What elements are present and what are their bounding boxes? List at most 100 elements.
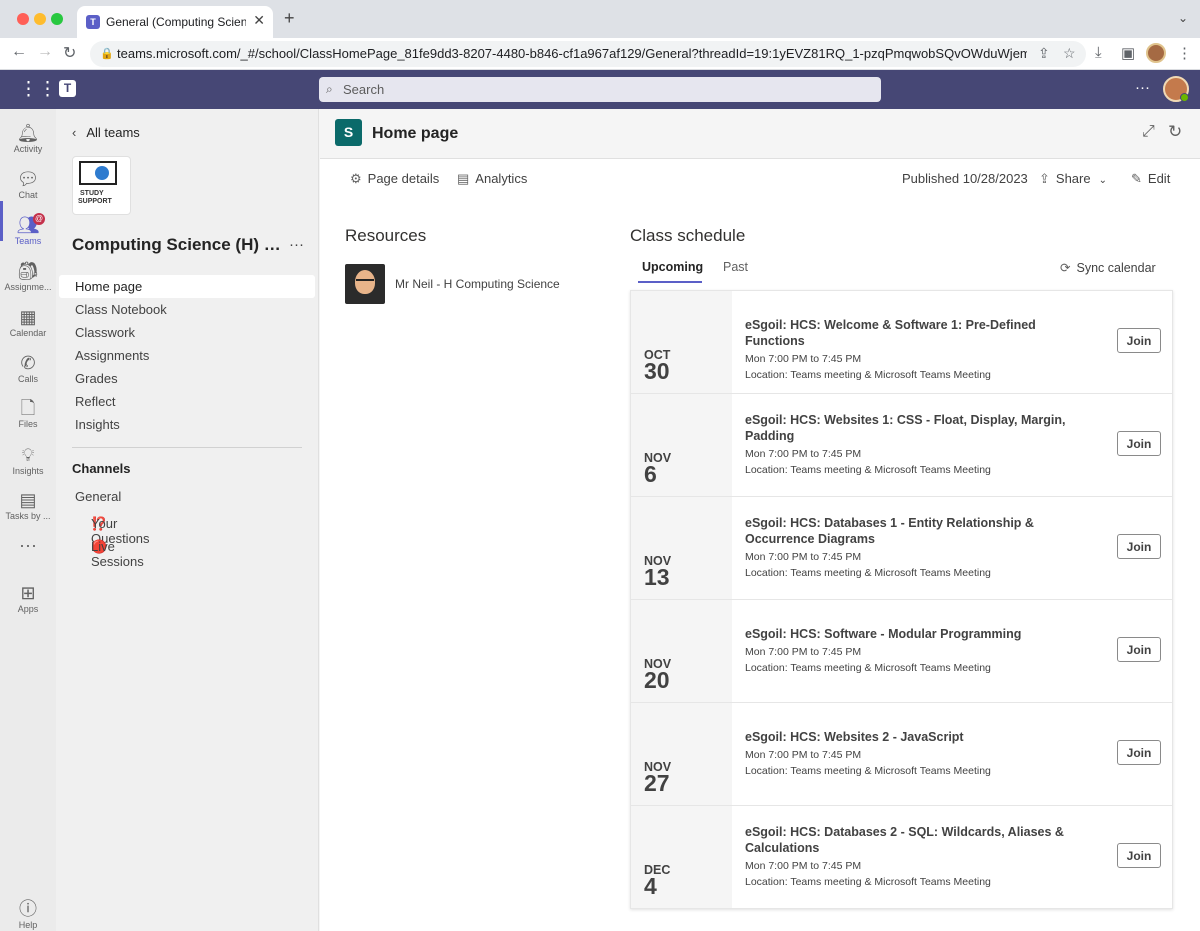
- reload-icon[interactable]: ↻: [63, 43, 76, 63]
- event-day: 4: [644, 873, 657, 899]
- channel-live-sessions[interactable]: 🔴 Live Sessions: [59, 531, 315, 569]
- sidebar-item-grades[interactable]: Grades: [59, 367, 315, 390]
- events-list: OCT 30 eSgoil: HCS: Welcome & Software 1…: [630, 290, 1173, 909]
- browser-tab-bar: T General (Computing Science ( ✕ + ⌄: [0, 0, 1200, 38]
- rail-item-help[interactable]: ⓘ Help: [0, 893, 56, 931]
- rail-label: Assignme...: [4, 282, 52, 292]
- download-icon[interactable]: ⤓: [1095, 44, 1102, 61]
- rail-label: Activity: [13, 144, 43, 154]
- app-rail: 🔔︎ Activity 💬︎ Chat 👥︎ Teams @ 🎒︎ Assign…: [0, 109, 56, 931]
- all-teams-link[interactable]: ‹ All teams: [72, 125, 140, 140]
- close-window-button[interactable]: [17, 13, 29, 25]
- sidebar-item-home-page[interactable]: Home page: [59, 275, 315, 298]
- search-box[interactable]: ⌕: [319, 77, 881, 102]
- rail-item-calls[interactable]: ✆ Calls: [0, 347, 56, 393]
- sync-calendar-button[interactable]: ⟳ Sync calendar: [1060, 260, 1156, 275]
- main-content: S Home page ⤢ ↻ ⚙ Page details ▤ Analytics…: [320, 109, 1200, 931]
- chevron-left-icon: ‹: [72, 125, 77, 140]
- gear-icon: ⚙: [350, 171, 362, 186]
- rail-item-chat[interactable]: 💬︎ Chat: [0, 163, 56, 209]
- rail-item-activity[interactable]: 🔔︎ Activity: [0, 117, 56, 163]
- share-page-icon[interactable]: ⇪: [1038, 45, 1050, 62]
- class-schedule-heading: Class schedule: [630, 226, 746, 245]
- sidebar-item-classwork[interactable]: Classwork: [59, 321, 315, 344]
- team-more-options-icon[interactable]: ···: [289, 236, 304, 253]
- join-button[interactable]: Join: [1117, 637, 1161, 662]
- share-icon: ⇪: [1039, 171, 1050, 186]
- team-logo[interactable]: STUDY SUPPORT: [72, 156, 131, 215]
- browser-menu-icon[interactable]: ⋮: [1177, 44, 1192, 62]
- assignments-icon: 🎒︎: [16, 261, 40, 281]
- share-button[interactable]: ⇪ Share ⌄: [1039, 171, 1107, 187]
- event-card[interactable]: OCT 30 eSgoil: HCS: Welcome & Software 1…: [631, 291, 1172, 394]
- event-card[interactable]: NOV 6 eSgoil: HCS: Websites 1: CSS - Flo…: [631, 394, 1172, 497]
- expand-icon[interactable]: ⤢: [1142, 123, 1155, 141]
- teams-favicon-icon: T: [86, 15, 100, 29]
- tab-past[interactable]: Past: [723, 260, 748, 274]
- bookmark-star-icon[interactable]: ☆: [1063, 45, 1076, 62]
- event-card[interactable]: DEC 4 eSgoil: HCS: Databases 2 - SQL: Wi…: [631, 806, 1172, 909]
- new-tab-icon[interactable]: +: [284, 9, 295, 27]
- event-title: eSgoil: HCS: Websites 1: CSS - Float, Di…: [745, 413, 1066, 443]
- rail-item-more-apps[interactable]: ···: [0, 529, 56, 575]
- event-day: 30: [644, 358, 670, 384]
- tab-upcoming[interactable]: Upcoming: [642, 260, 703, 274]
- sidebar-item-label: Home page: [75, 279, 143, 294]
- sidebar-item-insights[interactable]: Insights: [59, 413, 315, 436]
- edit-button[interactable]: ✎ Edit: [1131, 171, 1170, 187]
- event-time: Mon 7:00 PM to 7:45 PM: [745, 646, 862, 658]
- rail-item-files[interactable]: 🗋 Files: [0, 392, 56, 438]
- join-button[interactable]: Join: [1117, 740, 1161, 765]
- rail-item-assignments[interactable]: 🎒︎ Assignme...: [0, 255, 56, 301]
- mention-badge: @: [33, 213, 45, 225]
- teams-icon: 👥︎: [16, 215, 40, 235]
- page-header: S Home page ⤢ ↻: [320, 109, 1200, 159]
- back-arrow-icon[interactable]: ←: [11, 43, 27, 61]
- search-input[interactable]: [343, 80, 843, 99]
- refresh-icon[interactable]: ↻: [1168, 122, 1182, 142]
- url-field[interactable]: 🔒 teams.microsoft.com/_#/school/ClassHom…: [90, 41, 1086, 67]
- rail-item-apps[interactable]: ⊞ Apps: [0, 577, 56, 623]
- rail-item-insights[interactable]: 💡︎ Insights: [0, 439, 56, 485]
- analytics-icon: ▤: [457, 171, 470, 186]
- join-button[interactable]: Join: [1117, 843, 1161, 868]
- rail-item-calendar[interactable]: ▦ Calendar: [0, 301, 56, 347]
- sidebar-item-label: Reflect: [75, 394, 116, 409]
- sidebar-item-label: Class Notebook: [75, 302, 167, 317]
- tab-search-chevron-icon[interactable]: ⌄: [1178, 11, 1188, 25]
- analytics-button[interactable]: ▤ Analytics: [457, 171, 527, 187]
- event-details: eSgoil: HCS: Databases 1 - Entity Relati…: [745, 515, 1085, 579]
- sidebar-item-label: Insights: [75, 417, 120, 432]
- sidebar-item-reflect[interactable]: Reflect: [59, 390, 315, 413]
- channel-general[interactable]: General: [59, 485, 315, 508]
- event-card[interactable]: NOV 13 eSgoil: HCS: Databases 1 - Entity…: [631, 497, 1172, 600]
- rail-label: Insights: [12, 466, 44, 476]
- event-location: Location: Teams meeting & Microsoft Team…: [745, 765, 991, 777]
- phone-icon: ✆: [20, 353, 36, 373]
- event-date: DEC 4: [631, 806, 732, 908]
- join-button[interactable]: Join: [1117, 431, 1161, 456]
- resource-item[interactable]: Mr Neil - H Computing Science: [345, 264, 585, 304]
- sidebar-item-assignments[interactable]: Assignments: [59, 344, 315, 367]
- event-card[interactable]: NOV 20 eSgoil: HCS: Software - Modular P…: [631, 600, 1172, 703]
- tab-close-icon[interactable]: ✕: [253, 12, 265, 29]
- event-card[interactable]: NOV 27 eSgoil: HCS: Websites 2 - JavaScr…: [631, 703, 1172, 806]
- browser-tab[interactable]: T General (Computing Science ( ✕: [77, 6, 273, 38]
- sync-calendar-label: Sync calendar: [1076, 261, 1156, 275]
- browser-profile-avatar[interactable]: [1146, 43, 1166, 63]
- channels-heading: Channels: [72, 461, 131, 476]
- minimize-window-button[interactable]: [34, 13, 46, 25]
- more-options-icon[interactable]: ···: [1135, 79, 1150, 96]
- forward-arrow-icon[interactable]: →: [37, 43, 53, 61]
- page-details-button[interactable]: ⚙ Page details: [350, 171, 439, 187]
- join-button[interactable]: Join: [1117, 534, 1161, 559]
- event-day: 6: [644, 461, 657, 487]
- channel-your-questions[interactable]: ⁉️ Your Questions: [59, 508, 315, 546]
- join-button[interactable]: Join: [1117, 328, 1161, 353]
- rail-item-tasks[interactable]: ▤ Tasks by ...: [0, 484, 56, 530]
- maximize-window-button[interactable]: [51, 13, 63, 25]
- rail-item-teams[interactable]: 👥︎ Teams @: [0, 209, 56, 255]
- sidebar-item-class-notebook[interactable]: Class Notebook: [59, 298, 315, 321]
- sync-icon: ⟳: [1060, 261, 1071, 275]
- side-panel-icon[interactable]: ▣: [1121, 44, 1135, 62]
